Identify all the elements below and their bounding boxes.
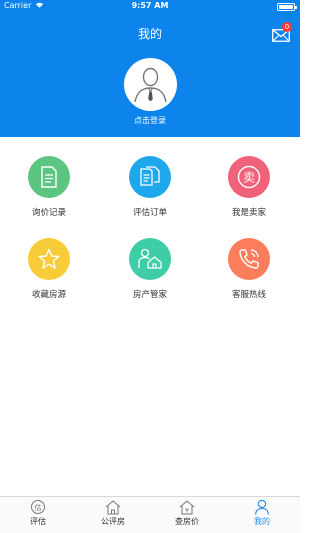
tab-check-price[interactable]: ¥ 查房价 <box>157 499 217 527</box>
grid-item-label: 房产管家 <box>132 290 167 300</box>
avatar[interactable] <box>124 58 177 111</box>
person-icon <box>253 499 271 515</box>
header-bar: Carrier 9:57 AM 我的 0 点击登录 <box>0 0 300 137</box>
grid-item-appraisal-orders[interactable]: 评估订单 <box>110 156 190 218</box>
document-icon <box>28 156 70 198</box>
login-link[interactable]: 点击登录 <box>0 115 300 126</box>
grid-item-label: 评估订单 <box>132 208 167 218</box>
grid-item-service-hotline[interactable]: 客服热线 <box>209 238 289 300</box>
documents-icon <box>129 156 171 198</box>
grid-item-inquiry-records[interactable]: 询价记录 <box>9 156 89 218</box>
price-house-icon: ¥ <box>178 499 196 515</box>
battery-icon <box>277 3 297 11</box>
appraise-icon: 估 <box>29 499 47 515</box>
phone-icon <box>228 238 270 280</box>
svg-text:¥: ¥ <box>185 508 189 515</box>
svg-text:估: 估 <box>35 503 42 512</box>
user-silhouette-icon <box>125 59 176 110</box>
tab-bar: 估 评估 公评房 ¥ 查房价 我的 <box>0 496 300 533</box>
svg-text:卖: 卖 <box>243 171 255 185</box>
sell-icon: 卖 <box>228 156 270 198</box>
grid-item-label: 我是卖家 <box>231 208 266 218</box>
tab-label: 公评房 <box>101 517 125 526</box>
grid-item-i-am-seller[interactable]: 卖 我是卖家 <box>209 156 289 218</box>
grid-item-label: 客服热线 <box>231 290 266 300</box>
tab-mine[interactable]: 我的 <box>232 499 292 527</box>
house-icon <box>104 499 122 515</box>
tab-label: 我的 <box>254 517 270 526</box>
grid-item-label: 询价记录 <box>31 208 66 218</box>
tab-label: 查房价 <box>175 517 199 526</box>
status-time: 9:57 AM <box>131 1 169 10</box>
star-icon <box>28 238 70 280</box>
grid-item-label: 收藏房源 <box>31 290 66 300</box>
status-bar: Carrier 9:57 AM <box>0 0 300 14</box>
page-title: 我的 <box>137 27 162 41</box>
tab-label: 评估 <box>30 517 46 526</box>
grid-item-favorites[interactable]: 收藏房源 <box>9 238 89 300</box>
tab-appraise[interactable]: 估 评估 <box>8 499 68 527</box>
grid-item-property-steward[interactable]: 房产管家 <box>110 238 190 300</box>
tab-public-appraisal[interactable]: 公评房 <box>83 499 143 527</box>
mail-badge: 0 <box>282 22 292 32</box>
house-person-icon <box>129 238 171 280</box>
